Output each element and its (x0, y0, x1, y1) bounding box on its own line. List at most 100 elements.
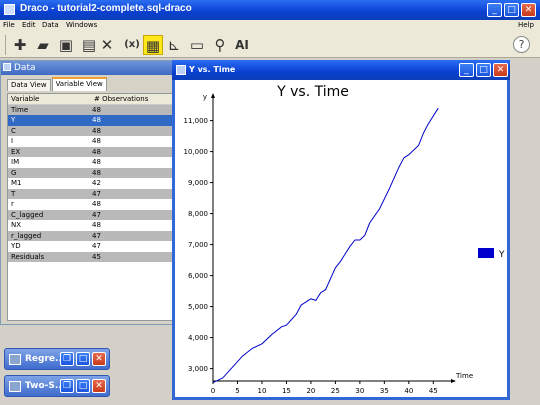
table-row[interactable]: IM 48 (8, 157, 174, 168)
table-row[interactable]: Y 48 (8, 115, 174, 126)
cell-variable: M1 (11, 179, 22, 187)
menu-file[interactable]: File (3, 21, 15, 29)
print-icon[interactable]: ▭ (187, 35, 207, 55)
cell-observations: 48 (92, 137, 101, 145)
cell-variable: C_lagged (11, 210, 44, 219)
menu-edit[interactable]: Edit (22, 21, 36, 29)
save-icon[interactable]: ▣ (56, 35, 76, 55)
menu-data[interactable]: Data (42, 21, 59, 29)
minimized-regression-window[interactable]: Regre... ❐ □ ✕ (4, 348, 110, 370)
cell-observations: 42 (92, 179, 101, 187)
toolbar-grip (5, 35, 7, 55)
variable-icon[interactable]: (x) (122, 35, 142, 55)
delete-icon[interactable]: ✕ (97, 35, 117, 55)
y-tick-label: 5,000 (188, 303, 208, 311)
x-tick-label: 10 (257, 387, 266, 395)
save-as-icon[interactable]: ▤ (79, 35, 99, 55)
chart-icon[interactable]: ⊾ (164, 35, 184, 55)
table-row[interactable]: r 48 (8, 199, 174, 210)
y-tick-label: 9,000 (188, 179, 208, 187)
cell-variable: r (11, 200, 14, 208)
data-view-icon[interactable]: ▦ (143, 35, 163, 55)
chart-title: Y vs. Time (276, 84, 349, 100)
x-tick-label: 20 (306, 387, 315, 395)
maximize-button[interactable]: □ (76, 352, 90, 366)
close-button[interactable]: ✕ (92, 352, 106, 366)
x-tick-label: 40 (404, 387, 413, 395)
data-panel-title: Data (14, 63, 36, 73)
data-tabs: Data View Variable View (7, 77, 108, 91)
y-tick-label: 3,000 (188, 365, 208, 373)
menu-bar: File Edit Data Windows Help (0, 20, 540, 32)
minimized-two-stage-window[interactable]: Two-S... ❐ □ ✕ (4, 375, 110, 397)
maximize-button[interactable]: □ (504, 3, 519, 17)
add-icon[interactable]: ✚ (10, 35, 30, 55)
y-axis-arrow (211, 93, 215, 98)
x-tick-label: 0 (211, 387, 215, 395)
column-header-variable[interactable]: Variable (11, 94, 39, 105)
cell-observations: 48 (92, 126, 101, 135)
settings-icon[interactable]: ⚲ (210, 35, 230, 55)
minimize-button[interactable]: _ (487, 3, 502, 17)
x-tick-label: 45 (429, 387, 438, 395)
cell-variable: r_lagged (11, 231, 42, 240)
table-row[interactable]: M1 42 (8, 178, 174, 189)
table-row[interactable]: Residuals 45 (8, 251, 174, 262)
cell-observations: 48 (92, 116, 101, 124)
menu-windows[interactable]: Windows (66, 21, 97, 29)
cell-observations: 47 (92, 210, 101, 219)
column-header-observations[interactable]: # Observations (94, 94, 148, 105)
help-icon[interactable]: ? (513, 36, 530, 53)
minimize-button[interactable]: _ (459, 63, 474, 77)
table-row[interactable]: Time 48 (8, 104, 174, 115)
close-button[interactable]: ✕ (521, 3, 536, 17)
y-tick-label: 8,000 (188, 210, 208, 218)
y-tick-label: 7,000 (188, 241, 208, 249)
table-row[interactable]: I 48 (8, 136, 174, 147)
window-icon (9, 381, 21, 392)
table-row[interactable]: G 48 (8, 167, 174, 178)
close-button[interactable]: ✕ (493, 63, 508, 77)
cell-variable: YD (11, 242, 21, 250)
ai-icon[interactable]: AI (232, 35, 252, 55)
legend-label: Y (498, 250, 505, 260)
cell-observations: 48 (92, 147, 101, 156)
maximize-button[interactable]: □ (476, 63, 491, 77)
cell-observations: 48 (92, 221, 101, 229)
cell-variable: T (11, 189, 16, 198)
toolbar: ✚ ▰ ▣ ▤ ✕ (x) ▦ ⊾ ▭ ⚲ AI ? (0, 32, 540, 58)
cell-observations: 48 (92, 200, 101, 208)
restore-button[interactable]: ❐ (60, 352, 74, 366)
window-controls: ❐ □ ✕ (60, 352, 106, 366)
x-tick-label: 30 (355, 387, 364, 395)
x-tick-label: 25 (331, 387, 340, 395)
line-chart: Y vs. Time y Time 3,000 4,000 5,000 6,000 7,00… (184, 84, 506, 395)
table-row[interactable]: T 47 (8, 188, 174, 199)
tab-data-view[interactable]: Data View (7, 79, 51, 91)
cell-observations: 48 (92, 105, 101, 114)
maximize-button[interactable]: □ (76, 379, 90, 393)
cell-variable: Residuals (11, 252, 45, 261)
app-icon (4, 4, 15, 15)
chart-window: Y vs. Time _ □ ✕ Y vs. Time y Time 3,000 4,… (172, 60, 510, 400)
y-tick-label: 11,000 (184, 117, 209, 125)
menu-help[interactable]: Help (518, 21, 534, 29)
table-row[interactable]: NX 48 (8, 220, 174, 231)
chart-window-titlebar[interactable]: Y vs. Time _ □ ✕ (172, 60, 510, 80)
table-row[interactable]: C 48 (8, 125, 174, 136)
window-controls: _ □ ✕ (459, 63, 508, 77)
table-row[interactable]: EX 48 (8, 146, 174, 157)
table-row[interactable]: YD 47 (8, 241, 174, 252)
cell-variable: Y (11, 116, 16, 124)
cell-observations: 45 (92, 252, 101, 261)
app-title: Draco - tutorial2-complete.sql-draco (20, 3, 192, 14)
table-row[interactable]: C_lagged 47 (8, 209, 174, 220)
table-row[interactable]: r_lagged 47 (8, 230, 174, 241)
tab-variable-view[interactable]: Variable View (51, 77, 107, 91)
data-panel-titlebar: Data (1, 61, 173, 75)
series-line-y (212, 107, 439, 384)
cell-observations: 47 (92, 231, 101, 240)
open-folder-icon[interactable]: ▰ (33, 35, 53, 55)
restore-button[interactable]: ❐ (60, 379, 74, 393)
close-button[interactable]: ✕ (92, 379, 106, 393)
